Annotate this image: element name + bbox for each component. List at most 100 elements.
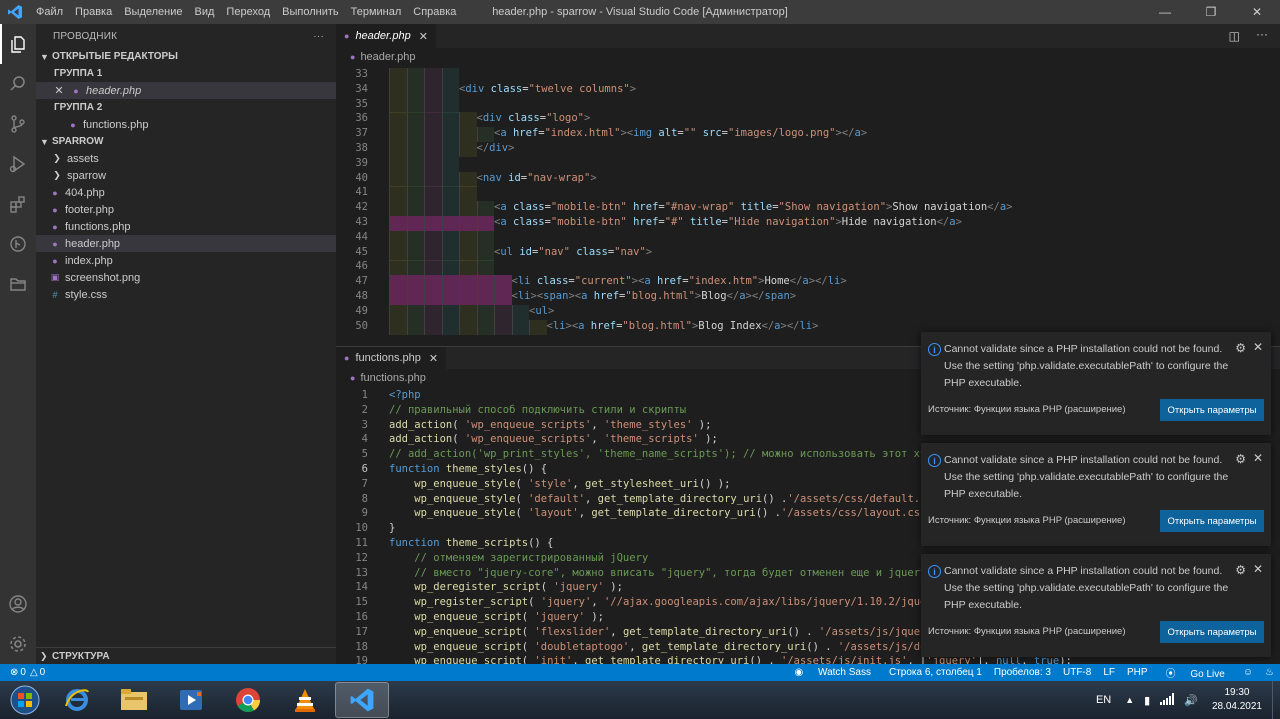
- more-actions-icon[interactable]: ···: [1256, 27, 1268, 41]
- menu-terminal[interactable]: Терминал: [345, 6, 408, 18]
- php-icon: ●: [52, 204, 58, 215]
- run-debug-icon[interactable]: [0, 144, 36, 184]
- show-desktop-button[interactable]: [1272, 681, 1280, 719]
- folder-assets[interactable]: ❯ assets: [36, 150, 336, 167]
- editor-group-1: ● header.php ✕ ◫ ··· ● header.php 33 34 <d…: [336, 24, 1280, 344]
- indentation[interactable]: Пробелов: 3: [988, 667, 1057, 678]
- file-item[interactable]: # style.css: [36, 286, 336, 303]
- open-editor-header-php[interactable]: ✕ ● header.php: [36, 82, 336, 99]
- vlc-icon[interactable]: [278, 682, 332, 718]
- indent-guide: [424, 304, 442, 320]
- network-signal-icon[interactable]: [1160, 692, 1175, 708]
- notification-source: Источник: Функции языка PHP (расширение): [928, 626, 1126, 637]
- explorer-icon[interactable]: [0, 24, 36, 64]
- vscode-logo-icon[interactable]: [0, 0, 30, 24]
- gear-icon[interactable]: ⚙: [1235, 452, 1246, 466]
- line-number: 34: [355, 82, 368, 95]
- file-item[interactable]: ● header.php: [36, 235, 336, 252]
- file-explorer-icon[interactable]: [107, 682, 161, 718]
- encoding[interactable]: UTF-8: [1057, 667, 1097, 678]
- broadcast-icon: ⦿: [1165, 669, 1179, 680]
- indent-guide: [389, 156, 407, 172]
- code-line: function theme_scripts() {: [389, 537, 554, 549]
- file-item[interactable]: ● footer.php: [36, 201, 336, 218]
- line-number: 40: [355, 171, 368, 184]
- input-language[interactable]: EN: [1096, 694, 1111, 706]
- media-player-icon[interactable]: [164, 682, 218, 718]
- language-mode[interactable]: PHP: [1121, 667, 1154, 678]
- start-button-icon[interactable]: [0, 681, 50, 719]
- close-icon[interactable]: ✕: [1234, 0, 1280, 24]
- code-line: }: [389, 522, 396, 535]
- search-icon[interactable]: [0, 64, 36, 104]
- line-number: 2: [361, 403, 368, 416]
- menu-help[interactable]: Справка: [407, 6, 462, 18]
- indent-guide: [441, 186, 459, 202]
- settings-gear-icon[interactable]: [0, 624, 36, 664]
- vscode-taskbar-icon[interactable]: [335, 682, 389, 718]
- code-line: wp_enqueue_style( 'default', get_templat…: [414, 492, 958, 505]
- tab-header-php[interactable]: ● header.php ✕: [336, 24, 436, 48]
- usb-icon[interactable]: ▮: [1144, 694, 1150, 707]
- go-live-button[interactable]: ⦿ Go Live: [1154, 665, 1237, 680]
- menu-file[interactable]: Файл: [30, 6, 69, 18]
- account-icon[interactable]: [0, 584, 36, 624]
- internet-explorer-icon[interactable]: [50, 682, 104, 718]
- open-editors-section[interactable]: ▼ ОТКРЫТЫЕ РЕДАКТОРЫ: [36, 48, 336, 65]
- open-editor-functions-php[interactable]: ● functions.php: [36, 116, 336, 133]
- file-item[interactable]: ● 404.php: [36, 184, 336, 201]
- close-icon[interactable]: ✕: [1253, 451, 1263, 465]
- more-actions-icon[interactable]: ···: [313, 31, 324, 42]
- menu-selection[interactable]: Выделение: [118, 6, 188, 18]
- line-number: 8: [361, 492, 368, 505]
- tab-functions-php[interactable]: ● functions.php ✕: [336, 347, 447, 369]
- project-section[interactable]: ▼ SPARROW: [36, 133, 336, 150]
- close-tab-icon[interactable]: ✕: [419, 30, 428, 43]
- indent-guide: [389, 171, 407, 187]
- restore-icon[interactable]: ❐: [1188, 0, 1234, 24]
- menu-run[interactable]: Выполнить: [276, 6, 344, 18]
- menu-view[interactable]: Вид: [189, 6, 221, 18]
- indent-guide: [389, 82, 407, 98]
- indent-guide: [389, 186, 407, 202]
- outline-section[interactable]: ❯ СТРУКТУРА: [36, 647, 336, 664]
- folder-icon[interactable]: [0, 264, 36, 304]
- close-editor-icon[interactable]: ✕: [52, 84, 66, 97]
- close-icon[interactable]: ✕: [1253, 562, 1263, 576]
- breadcrumb-file[interactable]: functions.php: [360, 372, 425, 384]
- menu-go[interactable]: Переход: [220, 6, 276, 18]
- code-area[interactable]: 33 34 <div class="twelve columns"> 35 36 <div…: [336, 66, 1280, 344]
- line-number: 17: [355, 625, 368, 638]
- volume-icon[interactable]: 🔊: [1184, 694, 1198, 707]
- folder-sparrow[interactable]: ❯ sparrow: [36, 167, 336, 184]
- notifications-bell-icon[interactable]: ♨: [1259, 667, 1280, 678]
- chrome-icon[interactable]: [221, 682, 275, 718]
- close-tab-icon[interactable]: ✕: [429, 352, 438, 365]
- open-settings-button[interactable]: Открыть параметры: [1160, 510, 1264, 532]
- clock[interactable]: 19:30 28.04.2021: [1204, 686, 1272, 714]
- menu-edit[interactable]: Правка: [69, 6, 118, 18]
- file-label: functions.php: [65, 220, 131, 233]
- watch-sass-button[interactable]: ◉ Watch Sass: [783, 667, 884, 678]
- extensions-icon[interactable]: [0, 184, 36, 224]
- indent-guide: [389, 97, 407, 113]
- problems-indicator[interactable]: ⊗ 0 △ 0: [0, 667, 45, 678]
- minimize-icon[interactable]: —: [1142, 0, 1188, 24]
- gear-icon[interactable]: ⚙: [1235, 563, 1246, 577]
- file-item[interactable]: ▣ screenshot.png: [36, 269, 336, 286]
- line-number: 6: [361, 463, 368, 475]
- git-graph-icon[interactable]: [0, 224, 36, 264]
- gear-icon[interactable]: ⚙: [1235, 341, 1246, 355]
- file-item[interactable]: ● index.php: [36, 252, 336, 269]
- breadcrumb-file[interactable]: header.php: [360, 51, 415, 63]
- cursor-position[interactable]: Строка 6, столбец 1: [883, 667, 988, 678]
- tray-expand-icon[interactable]: ▲: [1125, 695, 1134, 705]
- file-item[interactable]: ● functions.php: [36, 218, 336, 235]
- split-editor-icon[interactable]: ◫: [1229, 29, 1240, 43]
- open-settings-button[interactable]: Открыть параметры: [1160, 621, 1264, 643]
- close-icon[interactable]: ✕: [1253, 340, 1263, 354]
- end-of-line[interactable]: LF: [1097, 667, 1121, 678]
- open-settings-button[interactable]: Открыть параметры: [1160, 399, 1264, 421]
- source-control-icon[interactable]: [0, 104, 36, 144]
- feedback-icon[interactable]: ☺: [1237, 667, 1259, 678]
